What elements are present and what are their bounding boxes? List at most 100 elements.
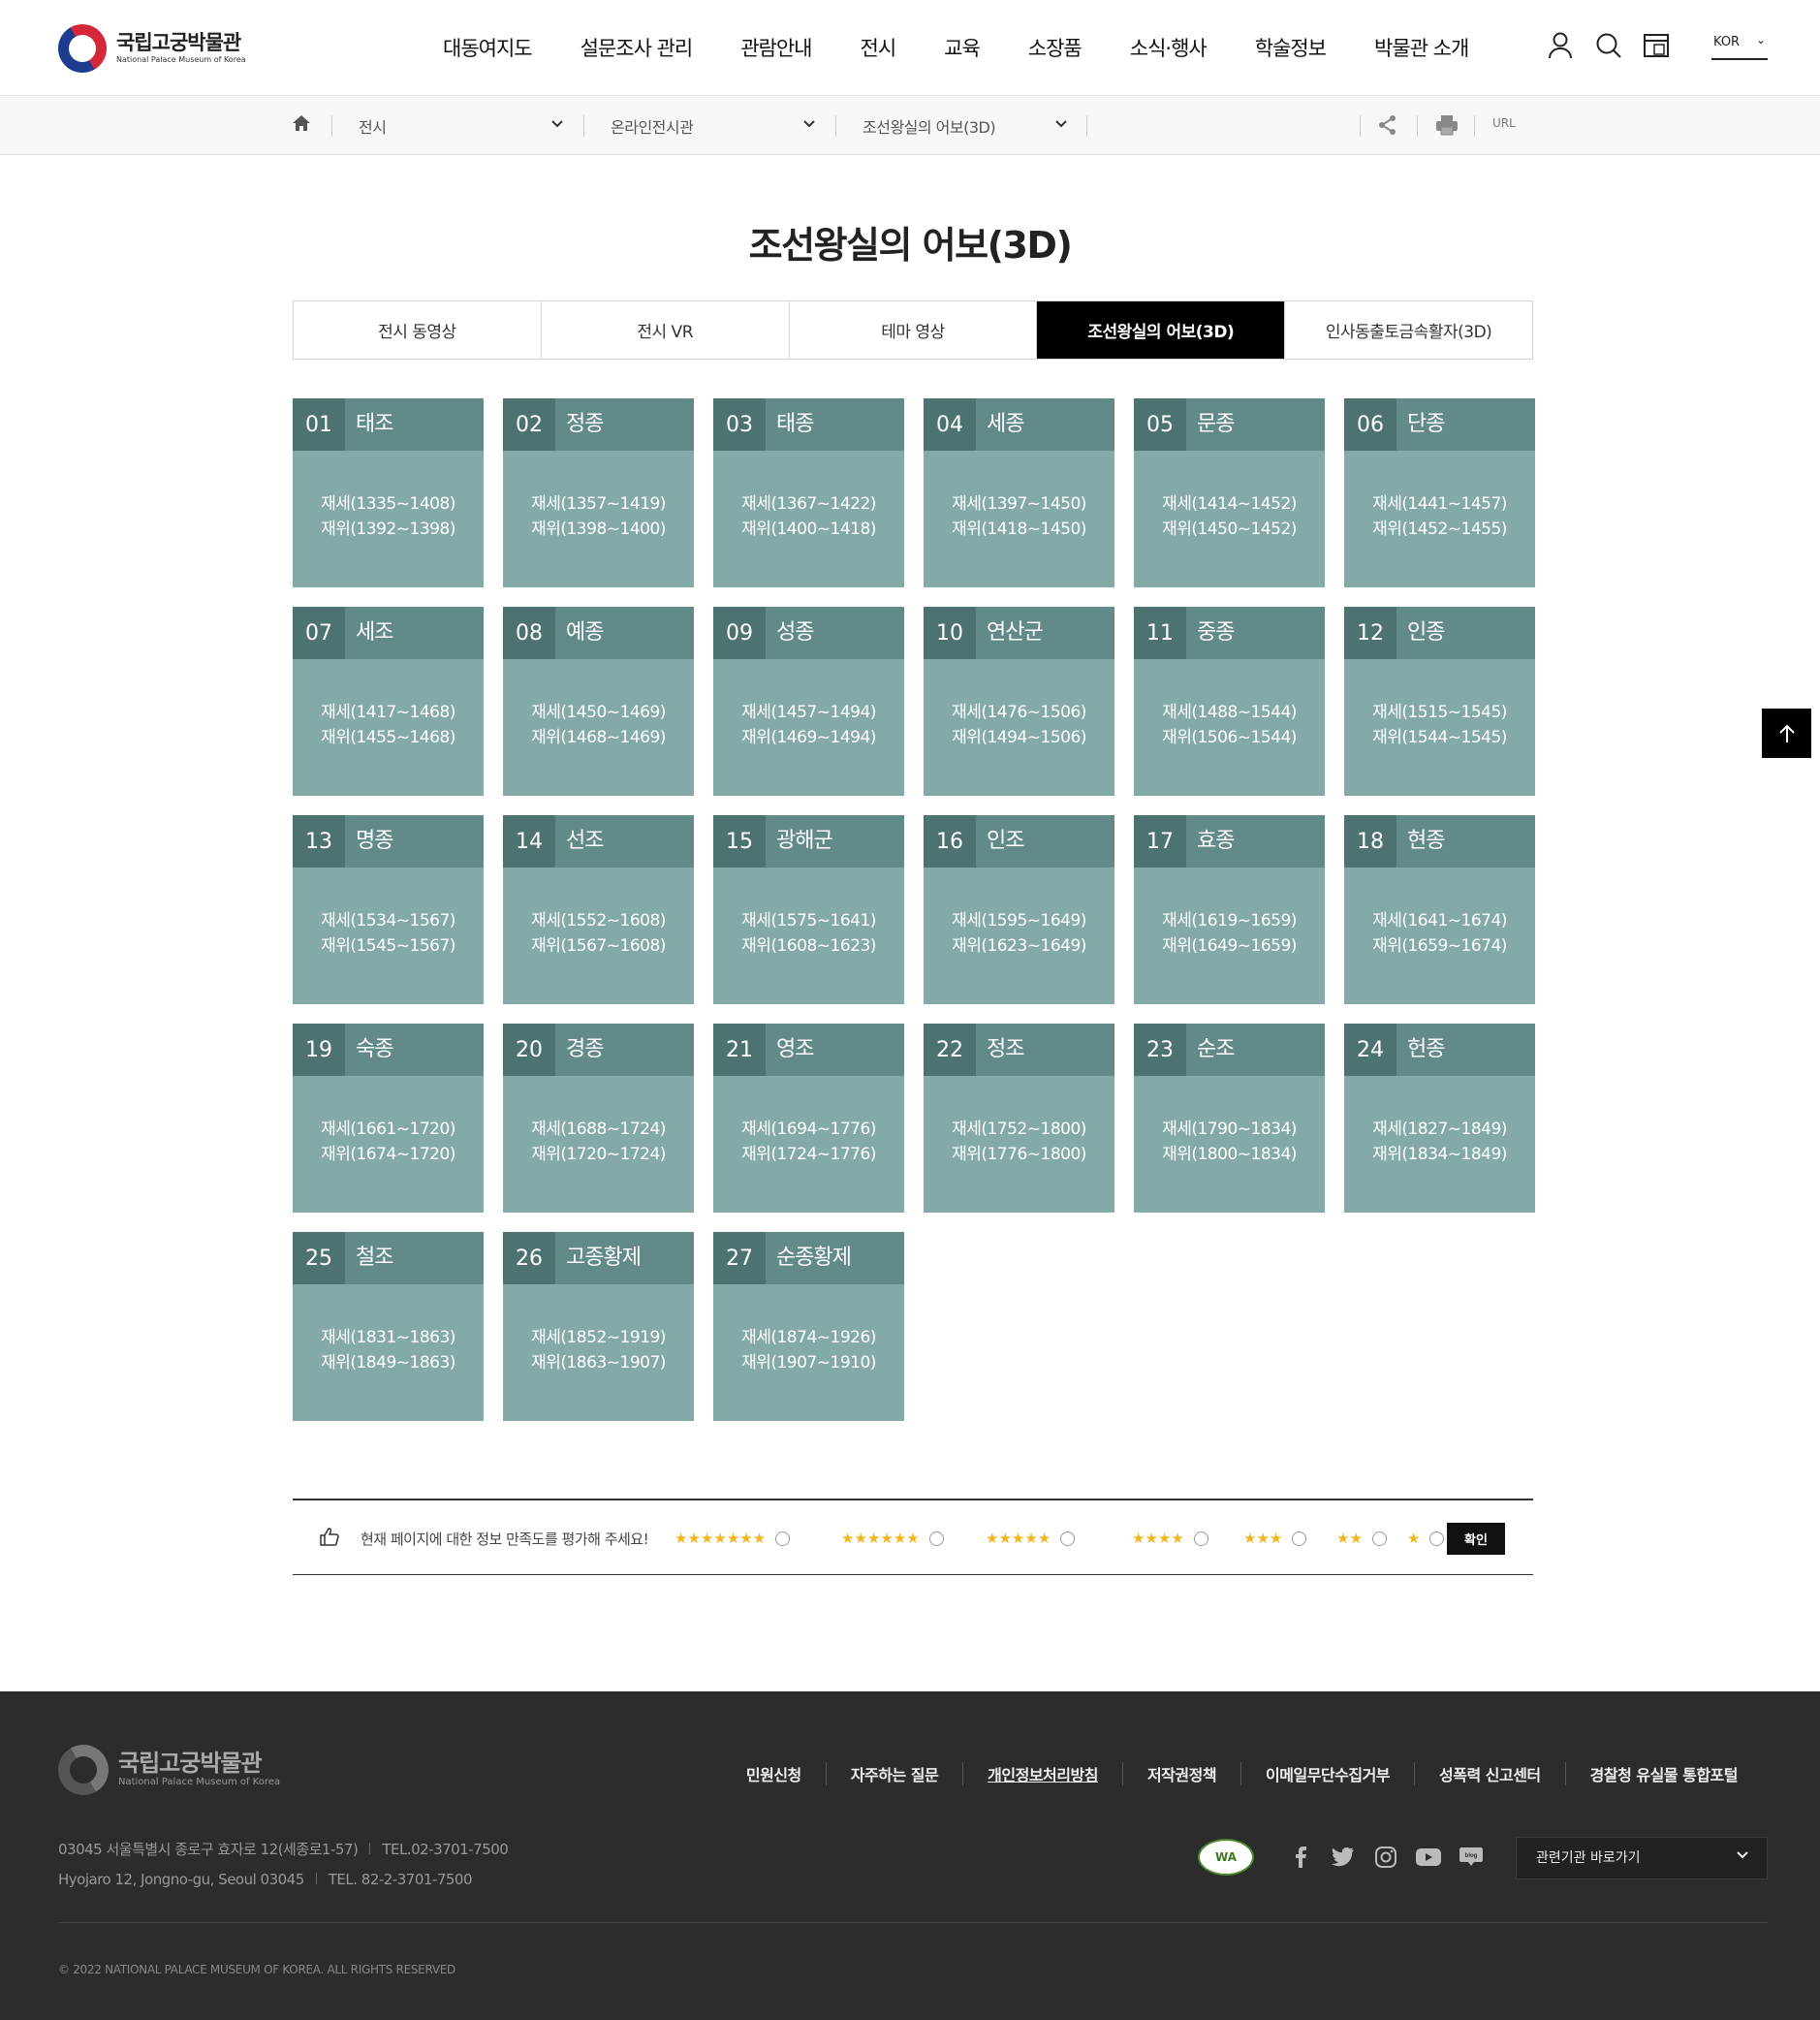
king-card[interactable]: 07 세조 재세(1417~1468) 재위(1455~1468): [293, 607, 484, 796]
home-icon[interactable]: [291, 112, 312, 138]
blog-icon[interactable]: blog: [1456, 1842, 1487, 1873]
king-card[interactable]: 16 인조 재세(1595~1649) 재위(1623~1649): [924, 815, 1114, 1004]
king-card[interactable]: 13 명종 재세(1534~1567) 재위(1545~1567): [293, 815, 484, 1004]
king-lifespan: 재세(1414~1452): [1162, 494, 1297, 514]
rating-option-4[interactable]: ★ ★ ★ ★: [1132, 1531, 1208, 1546]
footer-link-faq[interactable]: 자주하는 질문: [825, 1762, 962, 1785]
king-card[interactable]: 19 숙종 재세(1661~1720) 재위(1674~1720): [293, 1024, 484, 1213]
nav-visit[interactable]: 관람안내: [740, 33, 812, 62]
star-icon: ★: [713, 1530, 727, 1547]
breadcrumb-level2[interactable]: 온라인전시관: [611, 114, 694, 138]
rating-option-7[interactable]: ★ ★ ★ ★ ★ ★ ★: [675, 1530, 791, 1547]
king-dates: 재세(1752~1800) 재위(1776~1800): [924, 1117, 1114, 1167]
king-card[interactable]: 18 현종 재세(1641~1674) 재위(1659~1674): [1344, 815, 1535, 1004]
language-select[interactable]: KOR ⌄: [1711, 33, 1768, 60]
rating-option-1[interactable]: ★: [1407, 1531, 1445, 1546]
tab-exhibition-vr[interactable]: 전시 VR: [542, 301, 790, 359]
rating-radio[interactable]: [1060, 1531, 1076, 1546]
rating-option-6[interactable]: ★ ★ ★ ★ ★ ★: [841, 1531, 944, 1546]
footer-link-lost-found[interactable]: 경찰청 유실물 통합포털: [1564, 1762, 1762, 1785]
print-icon[interactable]: [1435, 114, 1459, 140]
rating-radio[interactable]: [928, 1531, 944, 1546]
footer-link-sexual-violence[interactable]: 성폭력 신고센터: [1414, 1762, 1565, 1785]
twitter-icon[interactable]: [1328, 1842, 1359, 1873]
king-card[interactable]: 06 단종 재세(1441~1457) 재위(1452~1455): [1344, 398, 1535, 587]
chevron-down-icon[interactable]: [1054, 117, 1068, 131]
copy-url-button[interactable]: URL: [1492, 116, 1516, 130]
rating-option-2[interactable]: ★ ★: [1336, 1531, 1387, 1546]
footer-link-copyright[interactable]: 저작권정책: [1121, 1762, 1240, 1785]
king-card[interactable]: 23 순조 재세(1790~1834) 재위(1800~1834): [1134, 1024, 1325, 1213]
tab-exhibition-video[interactable]: 전시 동영상: [294, 301, 542, 359]
footer-logo-korean: 국립고궁박물관: [118, 1750, 263, 1777]
share-icon[interactable]: [1378, 114, 1397, 140]
tab-royal-seals-3d[interactable]: 조선왕실의 어보(3D): [1037, 301, 1286, 359]
footer-link-email-refusal[interactable]: 이메일무단수집거부: [1240, 1762, 1414, 1785]
rating-radio[interactable]: [775, 1531, 791, 1546]
nav-academic[interactable]: 학술정보: [1255, 33, 1327, 62]
king-card[interactable]: 17 효종 재세(1619~1659) 재위(1649~1659): [1134, 815, 1325, 1004]
king-card[interactable]: 04 세종 재세(1397~1450) 재위(1418~1450): [924, 398, 1114, 587]
nav-daedong[interactable]: 대동여지도: [443, 33, 533, 62]
king-card[interactable]: 09 성종 재세(1457~1494) 재위(1469~1494): [713, 607, 904, 796]
king-card[interactable]: 11 중종 재세(1488~1544) 재위(1506~1544): [1134, 607, 1325, 796]
nav-exhibition[interactable]: 전시: [861, 33, 897, 62]
youtube-icon[interactable]: [1413, 1842, 1444, 1873]
king-name: 문종: [1197, 412, 1235, 436]
chevron-down-icon[interactable]: [550, 117, 564, 131]
king-name: 영조: [776, 1037, 814, 1061]
breadcrumb-level1[interactable]: 전시: [359, 114, 387, 138]
nav-education[interactable]: 교육: [944, 33, 981, 62]
site-logo[interactable]: 국립고궁박물관 National Palace Museum of Korea: [48, 15, 246, 82]
king-card[interactable]: 22 정조 재세(1752~1800) 재위(1776~1800): [924, 1024, 1114, 1213]
related-sites-select[interactable]: 관련기관 바로가기: [1516, 1837, 1768, 1879]
chevron-down-icon[interactable]: [802, 117, 816, 131]
king-card[interactable]: 20 경종 재세(1688~1724) 재위(1720~1724): [503, 1024, 694, 1213]
nav-survey[interactable]: 설문조사 관리: [581, 33, 694, 62]
king-card[interactable]: 03 태종 재세(1367~1422) 재위(1400~1418): [713, 398, 904, 587]
breadcrumb-level3[interactable]: 조선왕실의 어보(3D): [863, 114, 996, 138]
rating-option-5[interactable]: ★ ★ ★ ★ ★: [986, 1531, 1076, 1546]
rating-option-3[interactable]: ★ ★ ★: [1243, 1531, 1307, 1546]
nav-news-events[interactable]: 소식·행사: [1130, 33, 1208, 62]
tab-theme-video[interactable]: 테마 영상: [790, 301, 1038, 359]
king-card[interactable]: 21 영조 재세(1694~1776) 재위(1724~1776): [713, 1024, 904, 1213]
king-number: 16: [924, 815, 976, 868]
rating-radio[interactable]: [1193, 1531, 1208, 1546]
footer-logo[interactable]: 국립고궁박물관 National Palace Museum of Korea: [48, 1735, 280, 1805]
king-card[interactable]: 27 순종황제 재세(1874~1926) 재위(1907~1910): [713, 1232, 904, 1421]
king-card[interactable]: 08 예종 재세(1450~1469) 재위(1468~1469): [503, 607, 694, 796]
king-card[interactable]: 05 문종 재세(1414~1452) 재위(1450~1452): [1134, 398, 1325, 587]
user-icon[interactable]: [1544, 29, 1577, 62]
king-card[interactable]: 26 고종황제 재세(1852~1919) 재위(1863~1907): [503, 1232, 694, 1421]
king-card[interactable]: 02 정종 재세(1357~1419) 재위(1398~1400): [503, 398, 694, 587]
king-card[interactable]: 10 연산군 재세(1476~1506) 재위(1494~1506): [924, 607, 1114, 796]
calendar-icon[interactable]: [1641, 29, 1674, 62]
king-card[interactable]: 12 인종 재세(1515~1545) 재위(1544~1545): [1344, 607, 1535, 796]
king-card[interactable]: 01 태조 재세(1335~1408) 재위(1392~1398): [293, 398, 484, 587]
king-reign: 재위(1452~1455): [1372, 520, 1507, 539]
footer-link-civil[interactable]: 민원신청: [722, 1762, 826, 1785]
nav-collection[interactable]: 소장품: [1028, 33, 1083, 62]
search-icon[interactable]: [1592, 29, 1625, 62]
rating-radio[interactable]: [1292, 1531, 1307, 1546]
king-card[interactable]: 25 철조 재세(1831~1863) 재위(1849~1863): [293, 1232, 484, 1421]
rating-radio[interactable]: [1371, 1531, 1387, 1546]
tab-metal-type-3d[interactable]: 인사동출토금속활자(3D): [1285, 301, 1532, 359]
rating-radio[interactable]: [1429, 1531, 1445, 1546]
king-reign: 재위(1392~1398): [321, 520, 455, 539]
king-card[interactable]: 15 광해군 재세(1575~1641) 재위(1608~1623): [713, 815, 904, 1004]
nav-about[interactable]: 박물관 소개: [1374, 33, 1469, 62]
king-name: 단종: [1407, 412, 1445, 436]
survey-confirm-button[interactable]: 확인: [1447, 1523, 1505, 1555]
web-accessibility-mark[interactable]: WA: [1198, 1839, 1254, 1876]
king-dates: 재세(1661~1720) 재위(1674~1720): [293, 1117, 484, 1167]
king-card[interactable]: 24 헌종 재세(1827~1849) 재위(1834~1849): [1344, 1024, 1535, 1213]
footer-address: 03045 서울특별시 종로구 효자로 12(세종로1-57) TEL.02-37…: [58, 1835, 509, 1895]
scroll-to-top-button[interactable]: [1762, 709, 1811, 758]
king-card[interactable]: 14 선조 재세(1552~1608) 재위(1567~1608): [503, 815, 694, 1004]
instagram-icon[interactable]: [1370, 1842, 1401, 1873]
star-icon: ★: [726, 1530, 740, 1547]
footer-link-privacy[interactable]: 개인정보처리방침: [962, 1762, 1122, 1785]
facebook-icon[interactable]: [1285, 1842, 1316, 1873]
